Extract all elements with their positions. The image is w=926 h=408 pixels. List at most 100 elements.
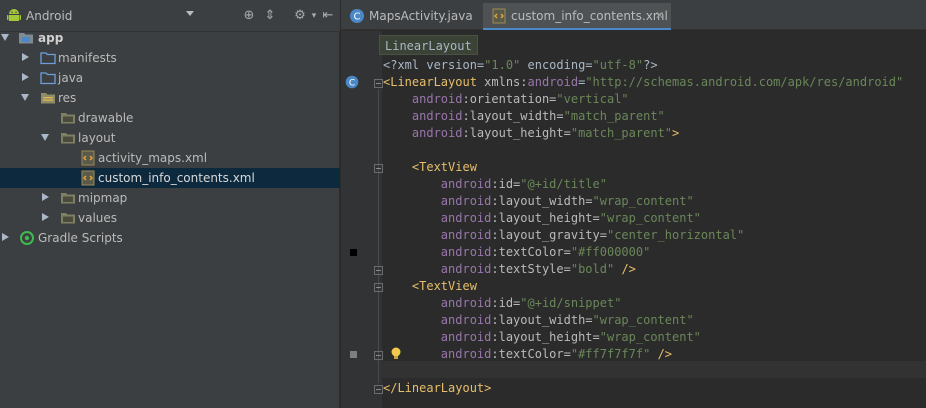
- tree-item-res[interactable]: res: [0, 88, 340, 108]
- hide-panel-icon[interactable]: ⇤: [320, 8, 336, 24]
- expand-icon[interactable]: [1, 34, 9, 41]
- fold-toggle-icon[interactable]: [374, 283, 383, 292]
- breadcrumb[interactable]: LinearLayout: [379, 35, 478, 55]
- tree-item-app[interactable]: app: [0, 28, 340, 48]
- expand-icon[interactable]: [42, 193, 49, 201]
- svg-text:C: C: [349, 79, 355, 89]
- code-token: android: [411, 126, 463, 140]
- editor-tab-bar: C MapsActivity.java custom_info_contents…: [341, 0, 926, 30]
- project-view-selector[interactable]: Android: [26, 9, 72, 23]
- expand-icon[interactable]: [42, 213, 49, 221]
- code-line[interactable]: android:layout_width="wrap_content": [383, 193, 694, 210]
- code-line[interactable]: android:id="@+id/snippet": [383, 295, 622, 312]
- close-icon[interactable]: ✕: [655, 3, 664, 29]
- color-swatch-black[interactable]: [350, 249, 357, 256]
- code-line[interactable]: android:layout_gravity="center_horizonta…: [383, 227, 744, 244]
- tab-custom-info-contents-xml[interactable]: custom_info_contents.xml ✕: [483, 3, 671, 30]
- tree-item-label: Gradle Scripts: [38, 231, 123, 245]
- code-token: android: [411, 92, 463, 106]
- expand-icon[interactable]: [41, 134, 49, 141]
- tree-item-gradle-scripts[interactable]: Gradle Scripts: [0, 228, 340, 248]
- class-marker-icon[interactable]: C: [345, 75, 359, 89]
- fold-toggle-icon[interactable]: [374, 79, 383, 88]
- fold-toggle-icon[interactable]: [374, 266, 383, 275]
- code-token: android: [440, 194, 492, 208]
- code-token: />: [650, 347, 673, 361]
- svg-text:C: C: [354, 12, 361, 23]
- expand-icon[interactable]: [22, 73, 29, 81]
- folder-icon: [61, 213, 75, 224]
- code-line[interactable]: </LinearLayout>: [383, 380, 491, 397]
- code-token: "wrap_content": [592, 194, 694, 208]
- folder-icon: [61, 193, 75, 204]
- expand-icon[interactable]: [22, 53, 29, 61]
- collapse-all-icon[interactable]: ⇕: [262, 8, 278, 24]
- fold-guide: [378, 89, 379, 383]
- expand-icon[interactable]: [2, 233, 9, 241]
- code-line[interactable]: <LinearLayout xmlns:android="http://sche…: [383, 74, 903, 91]
- code-token: <TextView: [411, 160, 477, 174]
- code-token: >: [672, 126, 680, 140]
- xml-file-icon: [81, 150, 95, 166]
- color-swatch-gray[interactable]: [350, 351, 357, 358]
- code-token: android: [527, 75, 579, 89]
- code-token: <TextView: [411, 279, 477, 293]
- tab-maps-activity-java[interactable]: C MapsActivity.java: [341, 3, 483, 30]
- fold-toggle-icon[interactable]: [374, 351, 383, 360]
- code-line[interactable]: android:textStyle="bold" />: [383, 261, 636, 278]
- tab-label: MapsActivity.java: [369, 9, 473, 23]
- code-line[interactable]: android:layout_width="wrap_content": [383, 312, 694, 329]
- tree-item-label: custom_info_contents.xml: [98, 171, 255, 185]
- tree-item-mipmap[interactable]: mipmap: [0, 188, 340, 208]
- code-line[interactable]: android:layout_height="wrap_content": [383, 210, 701, 227]
- expand-icon[interactable]: [21, 94, 29, 101]
- tree-item-values[interactable]: values: [0, 208, 340, 228]
- code-token: "match_parent": [570, 126, 673, 140]
- tree-item-manifests[interactable]: manifests: [0, 48, 340, 68]
- code-line[interactable]: android:orientation="vertical": [383, 91, 629, 108]
- module-folder-icon: [19, 33, 33, 44]
- fold-toggle-icon[interactable]: [374, 164, 383, 173]
- code-line[interactable]: <TextView: [383, 278, 477, 295]
- tree-item-layout[interactable]: layout: [0, 128, 340, 148]
- code-token: :layout_width=: [462, 109, 564, 123]
- code-token: :layout_height=: [462, 126, 571, 140]
- code-line[interactable]: android:id="@+id/title": [383, 176, 607, 193]
- scroll-from-source-icon[interactable]: ⊕: [241, 8, 257, 24]
- tree-item-label: java: [58, 71, 84, 85]
- code-token: :id=: [491, 177, 521, 191]
- tree-item-java[interactable]: java: [0, 68, 340, 88]
- folder-icon: [40, 52, 56, 65]
- folder-icon: [40, 72, 56, 85]
- code-token: android: [440, 347, 492, 361]
- code-line[interactable]: <TextView: [383, 159, 477, 176]
- current-line-highlight: [382, 361, 926, 378]
- code-line[interactable]: android:layout_height="wrap_content": [383, 329, 701, 346]
- code-line[interactable]: android:layout_height="match_parent">: [383, 125, 679, 142]
- code-line[interactable]: android:layout_width="match_parent": [383, 108, 665, 125]
- tree-item-label: layout: [78, 131, 116, 145]
- tree-item-drawable[interactable]: drawable: [0, 108, 340, 128]
- chevron-down-icon[interactable]: [186, 11, 194, 16]
- code-line[interactable]: android:textColor="#ff7f7f7f" />: [383, 346, 672, 363]
- tree-item-custom-info-contents-xml[interactable]: custom_info_contents.xml: [0, 168, 340, 188]
- gradle-icon: [20, 231, 34, 245]
- code-line[interactable]: <?xml version="1.0" encoding="utf-8"?>: [383, 57, 658, 74]
- code-line[interactable]: android:textColor="#ff000000": [383, 244, 651, 261]
- tree-item-activity-maps-xml[interactable]: activity_maps.xml: [0, 148, 340, 168]
- fold-toggle-icon[interactable]: [374, 385, 383, 394]
- code-token: encoding=: [520, 58, 593, 72]
- code-token: android: [440, 296, 492, 310]
- tree-item-label: activity_maps.xml: [98, 151, 208, 165]
- code-token: :layout_width=: [491, 313, 593, 327]
- code-editor[interactable]: LinearLayout C <?xml version="1.0" encod…: [341, 31, 926, 408]
